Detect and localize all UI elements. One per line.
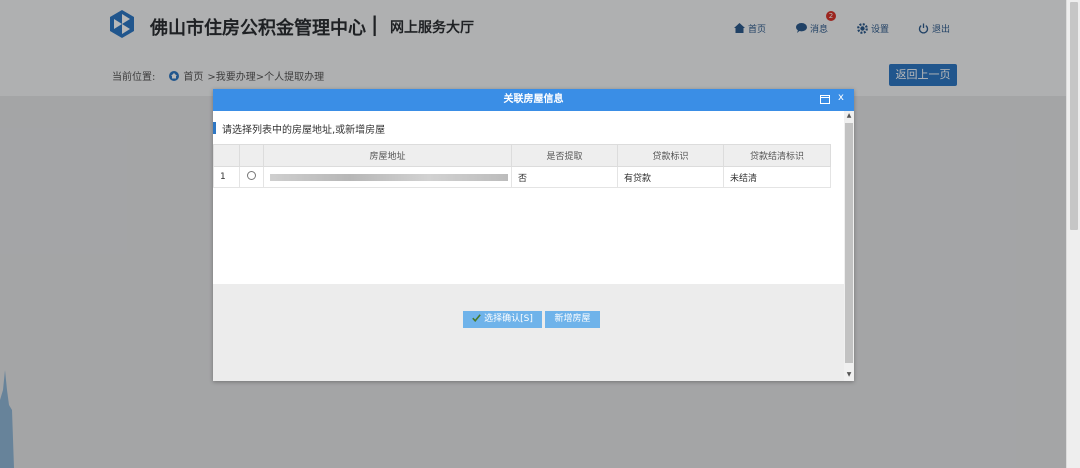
close-icon[interactable]: x bbox=[838, 92, 844, 103]
instruction-accent-bar bbox=[213, 122, 216, 134]
house-table: 房屋地址 是否提取 贷款标识 贷款结清标识 1 否 有贷款 未结清 bbox=[213, 144, 831, 188]
dialog-footer: 选择确认[S] 新增房屋 bbox=[213, 284, 844, 381]
row-index: 1 bbox=[213, 166, 240, 188]
checkmark-icon bbox=[472, 314, 481, 322]
column-header-extracted: 是否提取 bbox=[511, 144, 618, 167]
row-radio-button[interactable] bbox=[247, 171, 256, 180]
scroll-down-arrow-icon[interactable]: ▼ bbox=[845, 371, 853, 378]
column-header bbox=[213, 144, 240, 167]
redacted-address bbox=[270, 173, 508, 181]
page-scrollbar[interactable] bbox=[1066, 0, 1080, 468]
settled-flag-cell: 未结清 bbox=[723, 166, 831, 188]
dialog-title: 关联房屋信息 bbox=[213, 89, 854, 111]
maximize-icon[interactable] bbox=[820, 95, 830, 104]
column-header-settled-flag: 贷款结清标识 bbox=[723, 144, 831, 167]
dialog-body: 请选择列表中的房屋地址,或新增房屋 房屋地址 是否提取 贷款标识 贷款结清标识 bbox=[213, 111, 844, 381]
dialog-scrollbar[interactable]: ▲ ▼ bbox=[844, 111, 854, 381]
link-house-dialog: 关联房屋信息 x 请选择列表中的房屋地址,或新增房屋 房屋地址 是否提取 贷款标… bbox=[213, 89, 854, 381]
add-house-button[interactable]: 新增房屋 bbox=[545, 311, 600, 328]
column-header bbox=[239, 144, 264, 167]
instruction: 请选择列表中的房屋地址,或新增房屋 bbox=[213, 121, 386, 136]
column-header-address: 房屋地址 bbox=[263, 144, 512, 167]
page-scrollbar-thumb[interactable] bbox=[1070, 2, 1078, 230]
column-header-loan-flag: 贷款标识 bbox=[617, 144, 724, 167]
dialog-scrollbar-thumb[interactable] bbox=[845, 123, 853, 363]
address-cell bbox=[263, 166, 512, 188]
instruction-text: 请选择列表中的房屋地址,或新增房屋 bbox=[222, 124, 386, 136]
loan-flag-cell: 有贷款 bbox=[617, 166, 724, 188]
extracted-cell: 否 bbox=[511, 166, 618, 188]
table-header-row: 房屋地址 是否提取 贷款标识 贷款结清标识 bbox=[213, 144, 831, 167]
row-select-cell[interactable] bbox=[239, 166, 264, 188]
confirm-selection-button[interactable]: 选择确认[S] bbox=[463, 311, 542, 328]
confirm-selection-label: 选择确认[S] bbox=[484, 314, 533, 324]
scroll-up-arrow-icon[interactable]: ▲ bbox=[845, 112, 853, 119]
table-row[interactable]: 1 否 有贷款 未结清 bbox=[213, 166, 831, 188]
